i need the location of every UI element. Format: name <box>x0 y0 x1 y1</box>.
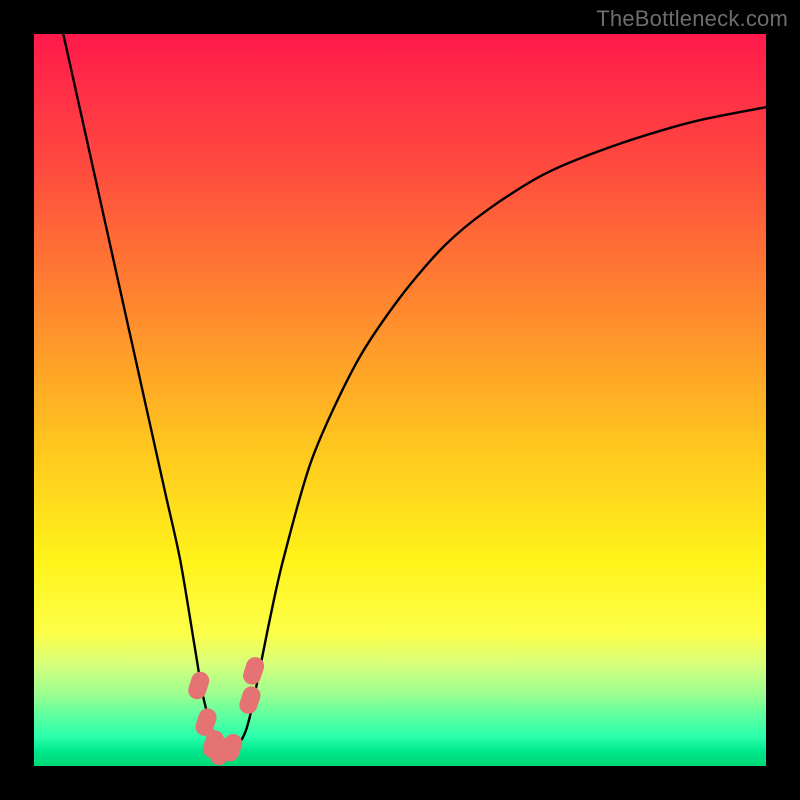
outer-frame: TheBottleneck.com <box>0 0 800 800</box>
curve-marker <box>186 669 212 701</box>
watermark-text: TheBottleneck.com <box>596 6 788 32</box>
curve-svg <box>34 34 766 766</box>
plot-area <box>34 34 766 766</box>
curve-marker <box>237 684 263 716</box>
bottleneck-curve <box>63 34 766 752</box>
